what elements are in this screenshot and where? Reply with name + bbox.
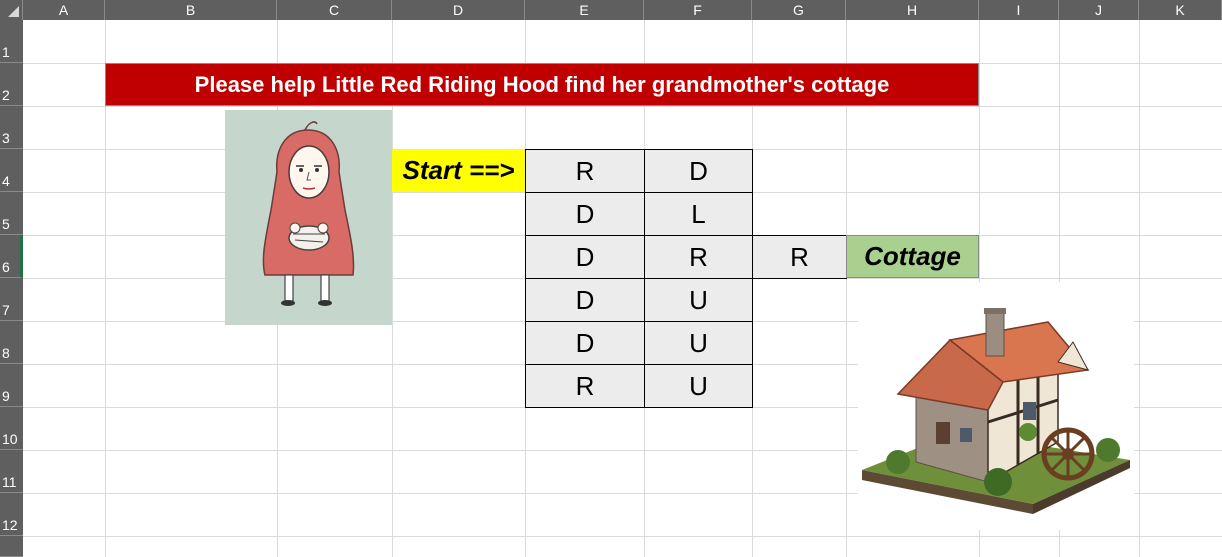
row-header-12[interactable]: 12: [0, 493, 23, 536]
column-header-k[interactable]: K: [1139, 0, 1222, 20]
column-header-b[interactable]: B: [105, 0, 277, 20]
column-header-j[interactable]: J: [1059, 0, 1139, 20]
cottage-label[interactable]: Cottage: [846, 235, 979, 278]
column-header-c[interactable]: C: [277, 0, 392, 20]
little-red-riding-hood-drawing: [262, 121, 355, 306]
maze-cell-f7[interactable]: U: [644, 278, 753, 322]
maze-cell-e5[interactable]: D: [525, 192, 645, 236]
row-header-5[interactable]: 5: [0, 192, 23, 235]
column-header-e[interactable]: E: [525, 0, 644, 20]
column-header-g[interactable]: G: [752, 0, 846, 20]
row-header-8[interactable]: 8: [0, 321, 23, 364]
maze-cell-e6[interactable]: D: [525, 235, 645, 279]
maze-cell-e8[interactable]: D: [525, 321, 645, 365]
cottage-image[interactable]: [858, 282, 1134, 530]
row-header-4[interactable]: 4: [0, 149, 23, 192]
little-red-riding-hood-image[interactable]: [225, 110, 392, 325]
maze-cell-f6[interactable]: R: [644, 235, 753, 279]
column-header-a[interactable]: A: [23, 0, 105, 20]
row-header-10[interactable]: 10: [0, 407, 23, 450]
row-header-2[interactable]: 2: [0, 63, 23, 106]
row-header-1[interactable]: 1: [0, 20, 23, 63]
column-header-d[interactable]: D: [392, 0, 525, 20]
column-header-h[interactable]: H: [846, 0, 979, 20]
row-header-3[interactable]: 3: [0, 106, 23, 149]
maze-cell-f4[interactable]: D: [644, 149, 753, 193]
cottage-drawing: [862, 308, 1130, 514]
maze-cell-e9[interactable]: R: [525, 364, 645, 408]
maze-cell-f5[interactable]: L: [644, 192, 753, 236]
row-header-6[interactable]: 6: [0, 235, 23, 278]
gridline: [23, 106, 1222, 107]
select-all-button[interactable]: [0, 0, 23, 20]
column-header-i[interactable]: I: [979, 0, 1059, 20]
spreadsheet-grid[interactable]: A B C D E F G H I J K 1 2 3 4 5 6 7 8 9 …: [0, 0, 1222, 557]
row-header-13[interactable]: [0, 536, 23, 557]
maze-cell-e7[interactable]: D: [525, 278, 645, 322]
column-header-f[interactable]: F: [644, 0, 752, 20]
maze-cell-f8[interactable]: U: [644, 321, 753, 365]
maze-cell-g6[interactable]: R: [752, 235, 847, 279]
row-header-11[interactable]: 11: [0, 450, 23, 493]
maze-cell-e4[interactable]: R: [525, 149, 645, 193]
row-header-9[interactable]: 9: [0, 364, 23, 407]
row-header-7[interactable]: 7: [0, 278, 23, 321]
title-banner[interactable]: Please help Little Red Riding Hood find …: [105, 63, 979, 106]
maze-cell-f9[interactable]: U: [644, 364, 753, 408]
gridline: [1139, 20, 1140, 557]
gridline: [23, 536, 1222, 537]
start-label[interactable]: Start ==>: [392, 149, 525, 192]
